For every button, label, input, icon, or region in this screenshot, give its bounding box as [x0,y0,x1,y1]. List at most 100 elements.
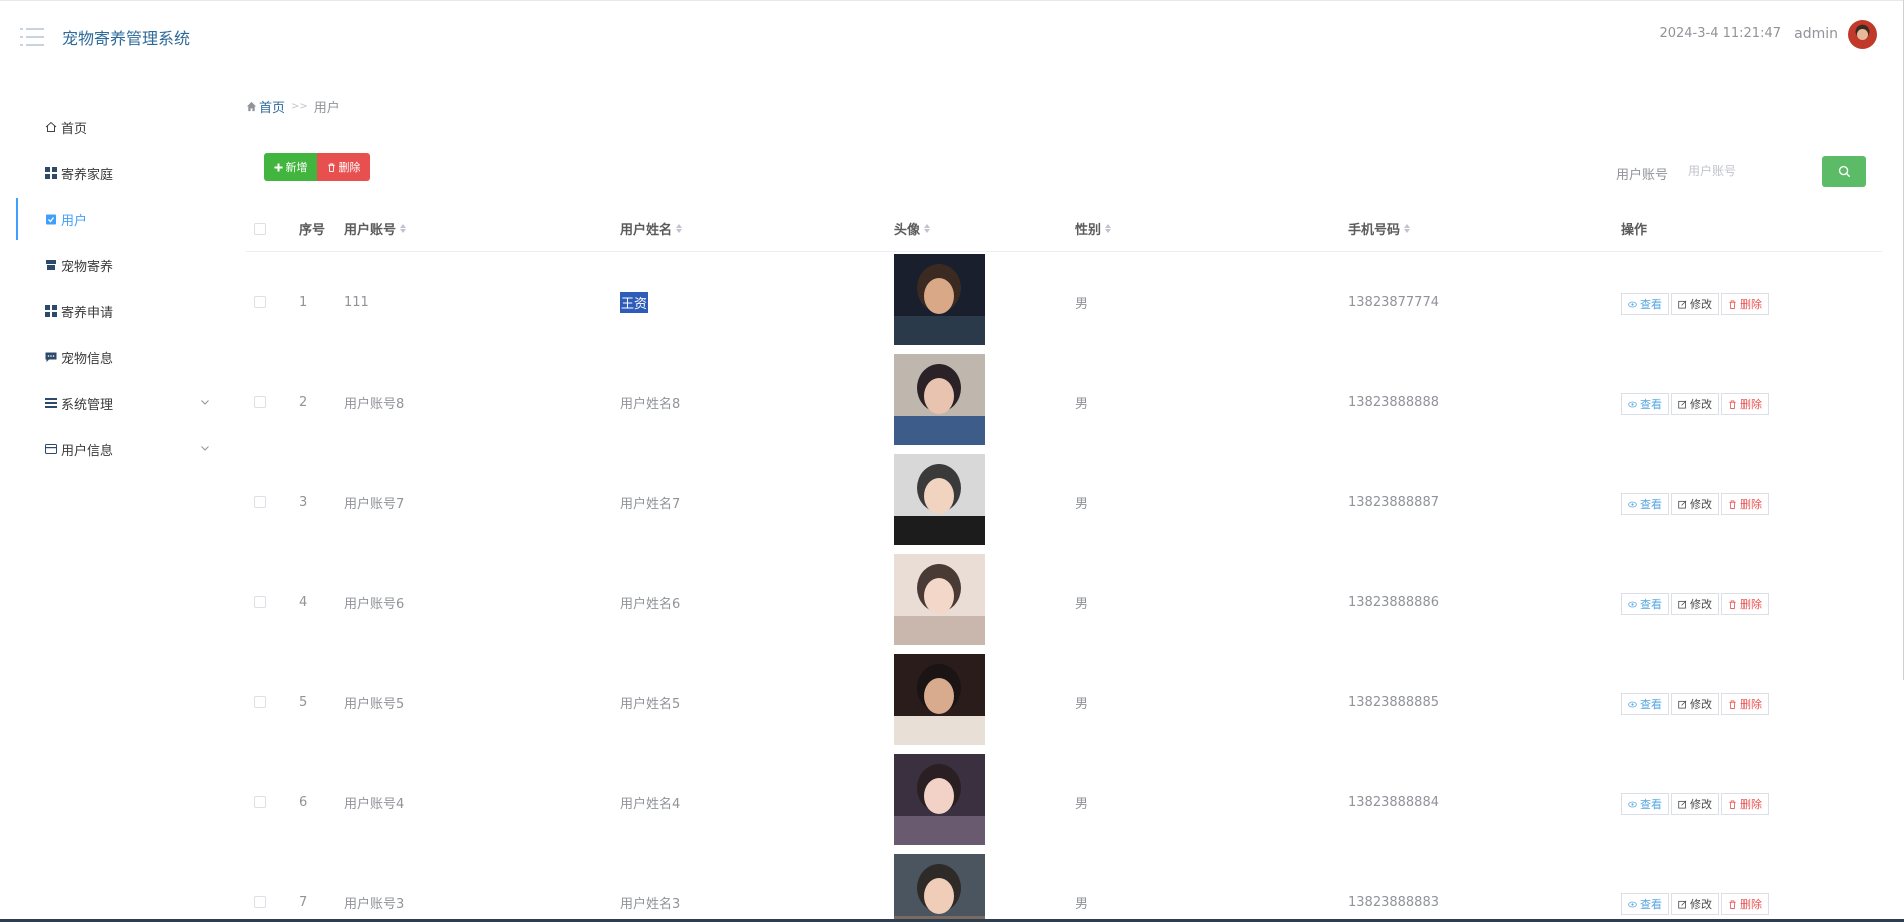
sidebar-item-pet-info[interactable]: 宠物信息 [0,334,220,380]
edit-button[interactable]: 修改 [1671,693,1719,715]
column-label: 头像 [894,223,921,238]
view-button[interactable]: 查看 [1621,393,1669,415]
search-label: 用户账号 [1616,168,1669,183]
edit-button[interactable]: 修改 [1671,493,1719,515]
select-all-checkbox[interactable] [254,222,266,235]
sidebar-item-home[interactable]: 首页 [0,104,220,150]
view-button[interactable]: 查看 [1621,793,1669,815]
sidebar-item-users[interactable]: 用户 [0,196,220,242]
row-name: 王资 [620,291,649,313]
row-phone: 13823888885 [1348,694,1439,710]
search-input[interactable] [1680,157,1815,185]
row-checkbox[interactable] [254,796,266,808]
row-checkbox[interactable] [254,596,266,608]
row-gender: 男 [1075,396,1089,412]
row-avatar-image[interactable] [894,254,985,345]
delete-label: 删除 [1740,398,1762,411]
row-avatar-image[interactable] [894,454,985,545]
row-checkbox[interactable] [254,496,266,508]
sort-icon[interactable] [1105,224,1112,233]
sidebar-item-label: 宠物信息 [61,351,114,367]
column-header-phone[interactable]: 手机号码 [1348,205,1411,252]
table-row: 2 用户账号8 用户姓名8 男 13823888888 查看 修改 删除 [246,352,1882,452]
row-avatar-image[interactable] [894,554,985,645]
row-checkbox[interactable] [254,396,266,408]
select-all-cell [254,205,266,252]
view-label: 查看 [1640,898,1662,911]
menu-toggle-icon[interactable] [20,27,44,47]
message-icon [44,351,57,364]
home-icon [44,121,57,134]
delete-button[interactable]: 删除 [1721,693,1769,715]
sidebar-item-label: 宠物寄养 [61,259,114,275]
card-icon [44,443,57,456]
edit-button[interactable]: 修改 [1671,393,1719,415]
sidebar-item-system-management[interactable]: 系统管理 [0,380,220,426]
eye-icon [1628,701,1637,707]
sort-icon[interactable] [400,224,407,233]
user-avatar[interactable] [1848,20,1877,49]
edit-button[interactable]: 修改 [1671,793,1719,815]
add-button[interactable]: 新增 [264,153,317,181]
edit-button[interactable]: 修改 [1671,293,1719,315]
batch-delete-button[interactable]: 删除 [317,153,370,181]
edit-icon [1678,700,1687,709]
edit-button[interactable]: 修改 [1671,893,1719,915]
sort-icon[interactable] [1404,224,1411,233]
trash-icon [1729,799,1736,809]
row-checkbox[interactable] [254,896,266,908]
delete-label: 删除 [1740,498,1762,511]
batch-delete-label: 删除 [338,161,361,174]
search-button[interactable] [1822,156,1866,187]
delete-button[interactable]: 删除 [1721,893,1769,915]
view-button[interactable]: 查看 [1621,893,1669,915]
row-account: 用户账号4 [344,796,405,812]
delete-button[interactable]: 删除 [1721,293,1769,315]
sidebar-item-foster-application[interactable]: 寄养申请 [0,288,220,334]
delete-label: 删除 [1740,798,1762,811]
sort-icon[interactable] [676,224,683,233]
breadcrumb-home[interactable]: 首页 [246,97,285,116]
column-header-avatar[interactable]: 头像 [894,205,931,252]
edit-label: 修改 [1690,598,1712,611]
column-label: 用户姓名 [620,223,673,238]
edit-icon [1678,400,1687,409]
row-avatar-image[interactable] [894,354,985,445]
header-username[interactable]: admin [1794,26,1838,42]
edit-icon [1678,300,1687,309]
table-row: 1 111 王资男 13823877774 查看 修改 删除 [246,252,1882,352]
delete-label: 删除 [1740,698,1762,711]
row-avatar-image[interactable] [894,854,985,922]
sidebar-item-pet-foster[interactable]: 宠物寄养 [0,242,220,288]
row-actions: 查看 修改 删除 [1621,393,1769,415]
row-avatar-image[interactable] [894,654,985,745]
row-gender: 男 [1075,596,1089,612]
delete-button[interactable]: 删除 [1721,393,1769,415]
delete-button[interactable]: 删除 [1721,493,1769,515]
column-header-name[interactable]: 用户姓名 [620,205,683,252]
row-avatar-image[interactable] [894,754,985,845]
view-button[interactable]: 查看 [1621,593,1669,615]
row-checkbox[interactable] [254,696,266,708]
sidebar-item-user-info[interactable]: 用户信息 [0,426,220,472]
delete-button[interactable]: 删除 [1721,593,1769,615]
row-checkbox[interactable] [254,296,266,308]
row-index: 6 [299,794,308,810]
breadcrumb-current: 用户 [313,101,340,116]
sidebar: 首页 寄养家庭 用户 宠物寄养 寄养申请 宠物信息 系统管理 用户信息 [0,104,220,472]
view-button[interactable]: 查看 [1621,293,1669,315]
delete-button[interactable]: 删除 [1721,793,1769,815]
row-account: 用户账号3 [344,896,405,912]
sidebar-item-label: 寄养申请 [61,305,114,321]
sidebar-item-label: 用户 [61,213,88,229]
view-label: 查看 [1640,698,1662,711]
sidebar-item-foster-family[interactable]: 寄养家庭 [0,150,220,196]
delete-label: 删除 [1740,898,1762,911]
column-header-gender[interactable]: 性别 [1075,205,1112,252]
sidebar-item-label: 用户信息 [61,443,114,459]
view-button[interactable]: 查看 [1621,493,1669,515]
sort-icon[interactable] [924,224,931,233]
view-button[interactable]: 查看 [1621,693,1669,715]
edit-button[interactable]: 修改 [1671,593,1719,615]
column-header-account[interactable]: 用户账号 [344,205,407,252]
